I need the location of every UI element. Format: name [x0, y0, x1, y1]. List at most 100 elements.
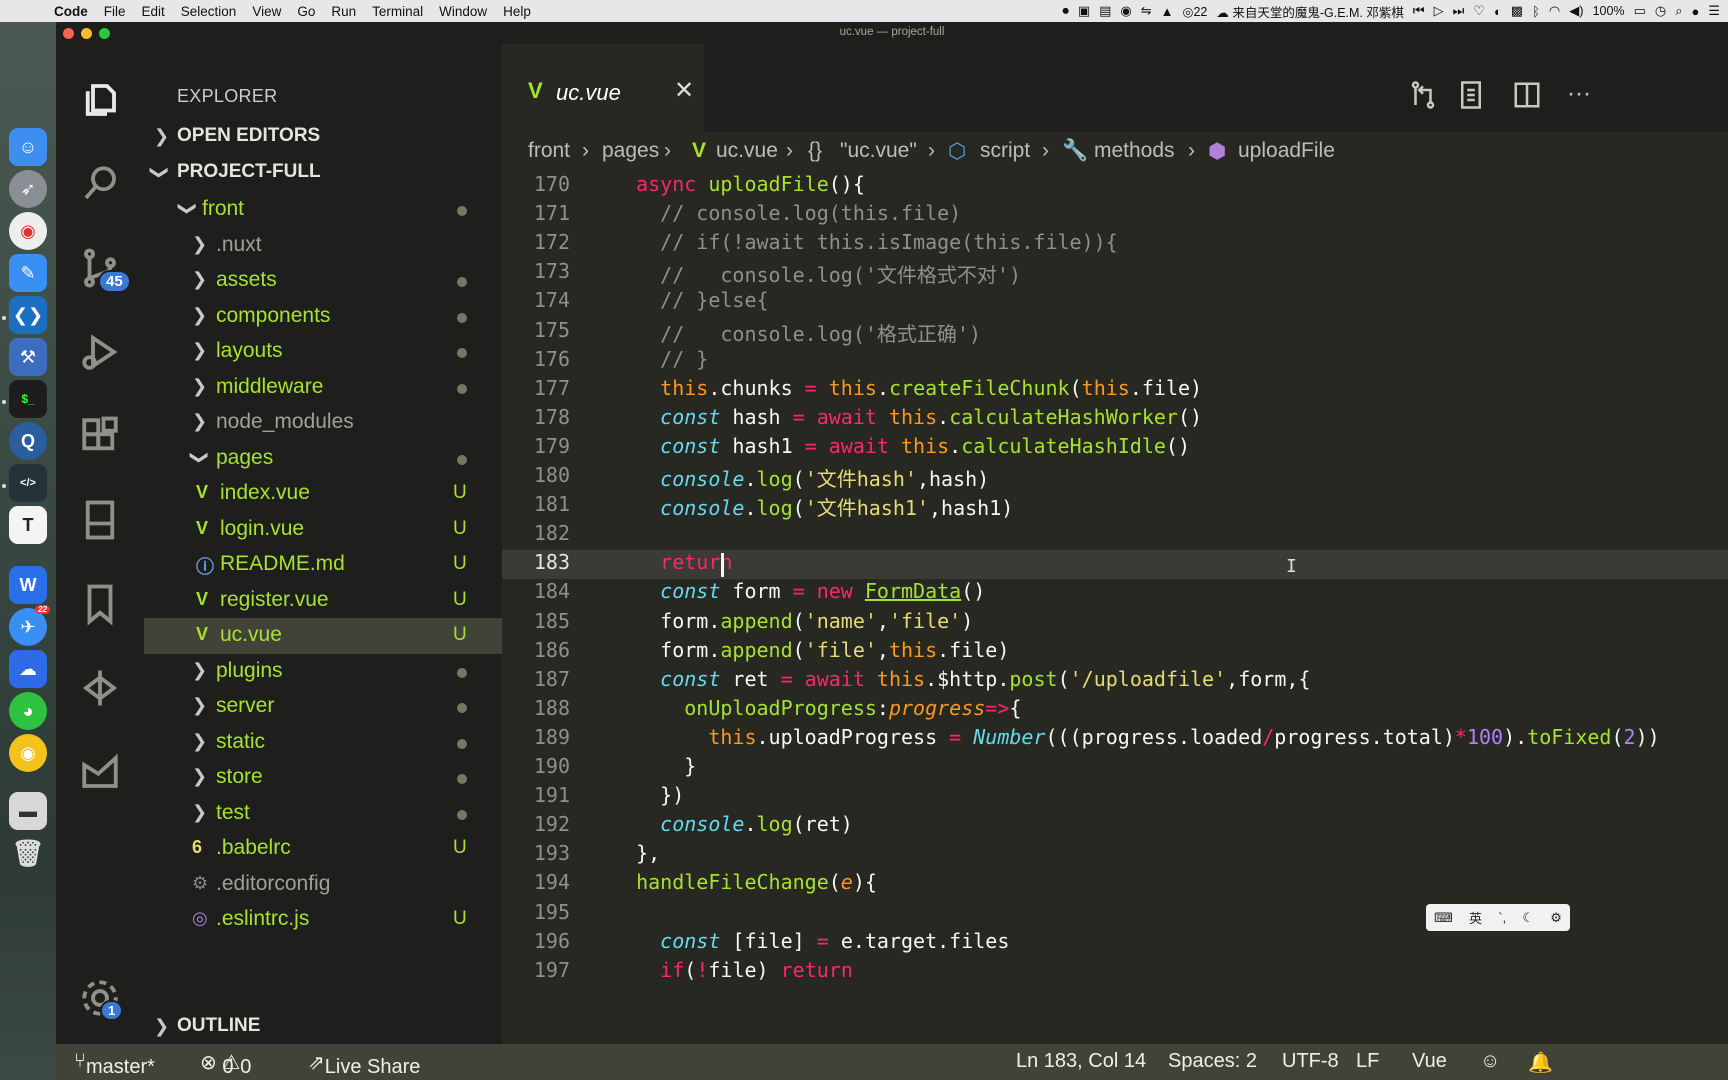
encoding-setting[interactable]: UTF-8: [1282, 1050, 1339, 1073]
eol-setting[interactable]: LF: [1356, 1050, 1379, 1073]
code-line[interactable]: 197 if(!file) return: [502, 958, 1728, 987]
keyboard-icon[interactable]: ⌨: [1434, 910, 1453, 926]
vscode-icon[interactable]: ❮❯: [9, 296, 47, 334]
xcode-icon[interactable]: ⚒: [9, 338, 47, 376]
code-line[interactable]: 183 return: [502, 550, 1728, 580]
gitlens-icon[interactable]: [76, 664, 124, 712]
menu-file[interactable]: File: [104, 4, 126, 19]
tree-item[interactable]: ❯ static: [144, 725, 502, 761]
problems-indicator[interactable]: ⊗ 0 ⚠ 0: [200, 1050, 251, 1078]
record-icon[interactable]: ⏺: [1062, 3, 1069, 19]
pen-app-icon[interactable]: ✎: [9, 254, 47, 292]
quicktime-icon[interactable]: Q: [9, 422, 47, 460]
feishu-icon[interactable]: ✈ 22: [9, 605, 50, 646]
tree-item[interactable]: ❯ front: [144, 192, 502, 228]
finder-icon[interactable]: ☺: [9, 128, 47, 166]
wifi-icon[interactable]: ◠: [1549, 3, 1560, 19]
code-line[interactable]: 170 async uploadFile(){: [502, 172, 1728, 201]
code-editor-icon[interactable]: </>: [9, 464, 47, 502]
moon-icon[interactable]: ☾: [1522, 910, 1534, 926]
code-line[interactable]: 177 this.chunks = this.createFileChunk(t…: [502, 376, 1728, 405]
tree-item[interactable]: ◎ .eslintrc.js U: [144, 902, 502, 938]
prev-track-icon[interactable]: ⏮: [1413, 3, 1425, 19]
vpn-icon[interactable]: ◉: [1120, 3, 1131, 19]
music-app-icon[interactable]: ◐: [1494, 4, 1502, 19]
volume-icon[interactable]: ◀): [1569, 3, 1583, 19]
tree-item[interactable]: ❯ middleware: [144, 370, 502, 406]
tree-item[interactable]: ❯ assets: [144, 263, 502, 299]
menu-selection[interactable]: Selection: [181, 4, 237, 19]
project-section[interactable]: ❯ PROJECT-FULL: [144, 156, 502, 192]
remote-explorer-icon[interactable]: [76, 496, 124, 544]
tree-item[interactable]: ❯ store: [144, 760, 502, 796]
notifications-bell-icon[interactable]: 🔔: [1528, 1050, 1553, 1075]
tree-item[interactable]: Vregister.vue U: [144, 583, 502, 619]
code-line[interactable]: 178 const hash = await this.calculateHas…: [502, 405, 1728, 434]
code-line[interactable]: 176 // }: [502, 347, 1728, 376]
now-playing[interactable]: ☁ 来自天堂的魔鬼-G.E.M. 邓紫棋: [1216, 2, 1404, 21]
settings-gear-icon[interactable]: 1: [76, 974, 124, 1022]
battery-percent[interactable]: 100%: [1593, 4, 1625, 18]
feedback-icon[interactable]: ☺: [1480, 1050, 1500, 1073]
indentation-setting[interactable]: Spaces: 2: [1168, 1050, 1257, 1073]
more-actions-icon[interactable]: ···: [1564, 80, 1594, 110]
open-changes-icon[interactable]: [1408, 80, 1438, 110]
menu-window[interactable]: Window: [439, 4, 487, 19]
bookmark-icon[interactable]: ▤: [1099, 3, 1111, 19]
code-line[interactable]: 182: [502, 521, 1728, 550]
code-line[interactable]: 174 // }else{: [502, 288, 1728, 317]
language-mode[interactable]: Vue: [1412, 1050, 1447, 1073]
close-window-button[interactable]: [63, 28, 74, 39]
heart-icon[interactable]: ♡: [1473, 3, 1485, 19]
tree-item[interactable]: Vuc.vue U: [144, 618, 502, 654]
wechat-icon[interactable]: ◕: [9, 692, 47, 730]
warning-icon[interactable]: ▲: [1161, 4, 1174, 19]
terminal-icon[interactable]: $_: [9, 380, 47, 418]
spotlight-icon[interactable]: ⌕: [1675, 3, 1682, 19]
crumb-methods[interactable]: methods: [1094, 139, 1175, 163]
cursor-position[interactable]: Ln 183, Col 14: [1016, 1050, 1146, 1073]
open-preview-icon[interactable]: [1456, 80, 1486, 110]
search-icon[interactable]: [76, 160, 124, 208]
crumb-pages[interactable]: pages: [602, 139, 659, 163]
code-line[interactable]: 188 onUploadProgress:progress=>{: [502, 696, 1728, 725]
code-line[interactable]: 196 const [file] = e.target.files: [502, 929, 1728, 958]
code-line[interactable]: 191 }): [502, 783, 1728, 812]
tree-item[interactable]: 6 .babelrc U: [144, 831, 502, 867]
code-line[interactable]: 193 },: [502, 841, 1728, 870]
code-line[interactable]: 187 const ret = await this.$http.post('/…: [502, 667, 1728, 696]
tree-item[interactable]: Vindex.vue U: [144, 476, 502, 512]
menu-app-code[interactable]: Code: [54, 4, 88, 19]
menu-run[interactable]: Run: [331, 4, 356, 19]
battery-icon[interactable]: ▭: [1634, 3, 1646, 19]
tree-item[interactable]: ❯ pages: [144, 441, 502, 477]
zoom-window-button[interactable]: [99, 28, 110, 39]
typora-icon[interactable]: T: [9, 506, 47, 544]
code-line[interactable]: 189 this.uploadProgress = Number(((progr…: [502, 725, 1728, 754]
clock-icon[interactable]: ◷: [1655, 3, 1666, 19]
trash-icon[interactable]: 🗑: [9, 834, 47, 872]
control-center-icon[interactable]: ☰: [1708, 3, 1720, 19]
input-method-bar[interactable]: ⌨ 英 `, ☾ ⚙: [1426, 904, 1570, 931]
close-tab-icon[interactable]: ✕: [674, 76, 694, 105]
launchpad-icon[interactable]: ➶: [9, 170, 47, 208]
code-line[interactable]: 184 const form = new FormData(): [502, 579, 1728, 608]
tree-item[interactable]: ❯ .nuxt: [144, 228, 502, 264]
code-line[interactable]: 190 }: [502, 754, 1728, 783]
extensions-icon[interactable]: [76, 412, 124, 460]
split-editor-icon[interactable]: [1512, 80, 1542, 110]
code-line[interactable]: 179 const hash1 = await this.calculateHa…: [502, 434, 1728, 463]
bookmarks-icon[interactable]: [76, 580, 124, 628]
tree-item[interactable]: ⓘ README.md U: [144, 547, 502, 583]
code-line[interactable]: 186 form.append('file',this.file): [502, 638, 1728, 667]
menu-terminal[interactable]: Terminal: [372, 4, 423, 19]
branch-indicator[interactable]: ⑂ master*: [74, 1050, 155, 1078]
live-share-icon[interactable]: [76, 748, 124, 796]
tree-item[interactable]: ❯ server: [144, 689, 502, 725]
menu-help[interactable]: Help: [503, 4, 531, 19]
open-editors-section[interactable]: ❯ OPEN EDITORS: [144, 120, 502, 156]
screen-icon[interactable]: ▣: [1078, 3, 1090, 19]
code-line[interactable]: 172 // if(!await this.isImage(this.file)…: [502, 230, 1728, 259]
code-line[interactable]: 180 console.log('文件hash',hash): [502, 463, 1728, 492]
code-line[interactable]: 171 // console.log(this.file): [502, 201, 1728, 230]
